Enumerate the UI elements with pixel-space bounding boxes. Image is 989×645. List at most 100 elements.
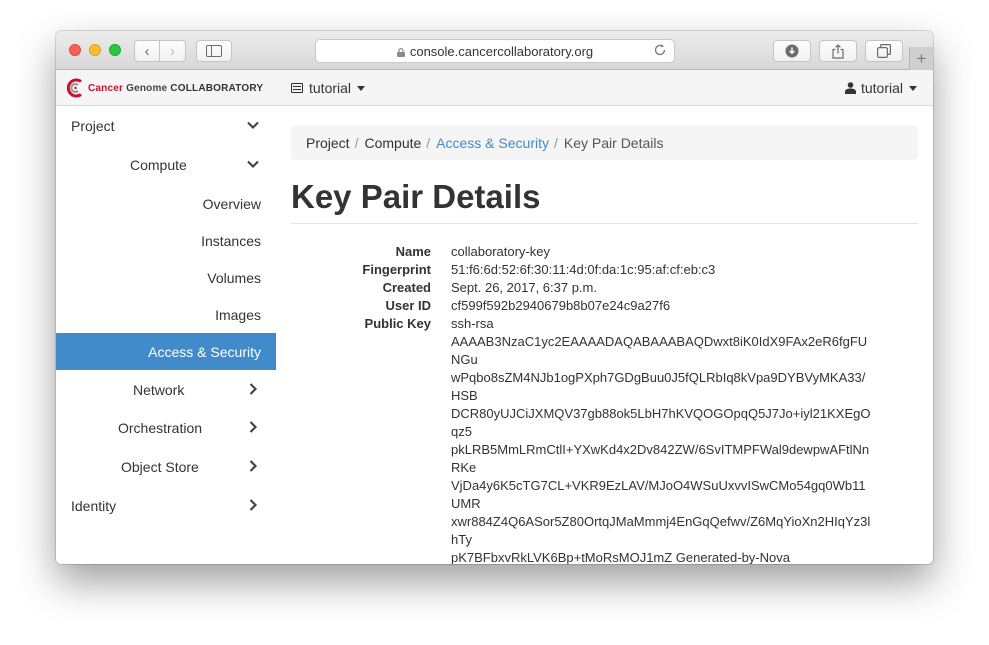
sidebar-item-label: Object Store <box>121 459 199 475</box>
sidebar-item-volumes[interactable]: Volumes <box>56 259 276 296</box>
minimize-window-button[interactable] <box>89 44 101 56</box>
public-key-line: AAAAB3NzaC1yc2EAAAADAQABAAABAQDwxt8iK0Id… <box>451 334 868 367</box>
sidebar-item-overview[interactable]: Overview <box>56 185 276 222</box>
detail-row-user-id: User ID cf599f592b2940679b8b07e24c9a27f6 <box>291 297 918 315</box>
sidebar-item-identity[interactable]: Identity <box>56 487 276 524</box>
sidebar-icon <box>206 45 222 57</box>
public-key-line: VjDa4y6K5cTG7CL+VKR9EzLAV/MJoO4WSuUxvvIS… <box>451 478 866 511</box>
chevron-right-icon <box>249 460 258 472</box>
history-nav: ‹ › <box>134 40 186 62</box>
detail-label: Name <box>395 244 431 259</box>
detail-value-public-key: ssh-rsa AAAAB3NzaC1yc2EAAAADAQABAAABAQDw… <box>451 315 871 564</box>
chevron-right-icon <box>249 499 258 511</box>
detail-label: User ID <box>385 298 431 313</box>
public-key-line: pK7BFbxvRkLVK6Bp+tMoRsMOJ1mZ Generated-b… <box>451 550 790 564</box>
detail-value-fingerprint: 51:f6:6d:52:6f:30:11:4d:0f:da:1c:95:af:c… <box>451 262 716 277</box>
breadcrumb-current: Key Pair Details <box>563 135 664 151</box>
project-list-icon <box>291 83 303 93</box>
chevron-down-icon <box>247 121 259 130</box>
detail-value-name: collaboratory-key <box>451 244 550 259</box>
page-title: Key Pair Details <box>291 177 918 224</box>
sidebar-item-label: Network <box>133 382 185 398</box>
brand-word-cancer: Cancer <box>88 82 124 94</box>
caret-down-icon <box>909 85 917 91</box>
share-button[interactable] <box>819 40 857 62</box>
public-key-line: wPqbo8sZM4NJb1ogPXph7GDgBuu0J5fQLRbIq8kV… <box>451 370 866 403</box>
sidebar-item-orchestration[interactable]: Orchestration <box>56 409 276 446</box>
breadcrumb-access-security-link[interactable]: Access & Security <box>436 135 549 151</box>
app-header: Cancer Genome COLLABORATORY tutorial tut… <box>56 70 933 106</box>
collaboratory-logo-icon <box>66 78 82 98</box>
new-tab-button[interactable]: + <box>909 47 933 70</box>
back-icon[interactable]: ‹ <box>135 41 161 61</box>
sidebar-item-label: Images <box>215 307 261 323</box>
breadcrumb-project[interactable]: Project <box>306 135 350 151</box>
chevron-down-icon <box>247 160 259 169</box>
sidebar-item-label: Instances <box>201 233 261 249</box>
public-key-line: pkLRB5MmLRmCtlI+YXwKd4x2Dv842ZW/6SvITMPF… <box>451 442 870 475</box>
detail-value-user-id: cf599f592b2940679b8b07e24c9a27f6 <box>451 298 671 313</box>
detail-value-created: Sept. 26, 2017, 6:37 p.m. <box>451 280 597 295</box>
reload-icon[interactable] <box>653 43 667 57</box>
sidebar-item-label: Overview <box>202 196 261 212</box>
downloads-button[interactable] <box>773 40 811 62</box>
sidebar: Project Compute Overview Instances Volum… <box>56 107 276 564</box>
detail-label: Fingerprint <box>362 262 431 277</box>
project-dropdown-label: tutorial <box>309 80 352 96</box>
sidebar-item-label: Orchestration <box>118 420 203 436</box>
caret-down-icon <box>357 85 366 91</box>
browser-toolbar: ‹ › console.cancercollaboratory.org + <box>56 31 933 70</box>
detail-row-created: Created Sept. 26, 2017, 6:37 p.m. <box>291 279 918 297</box>
project-dropdown[interactable]: tutorial <box>291 80 366 96</box>
chevron-right-icon <box>249 383 258 395</box>
main-content: Project / Compute / Access & Security / Key Pa… <box>291 125 918 564</box>
tab-overview-button[interactable] <box>865 40 903 62</box>
sidebar-item-label: Project <box>71 118 115 134</box>
brand-logo[interactable]: Cancer Genome COLLABORATORY <box>65 77 263 99</box>
detail-label: Created <box>382 280 431 295</box>
forward-icon[interactable]: › <box>160 41 185 61</box>
user-icon <box>844 82 856 94</box>
download-icon <box>785 44 799 58</box>
sidebar-item-label: Volumes <box>207 270 261 286</box>
plus-icon: + <box>916 48 927 68</box>
sidebar-toggle-button[interactable] <box>196 40 232 62</box>
sidebar-item-network[interactable]: Network <box>56 371 276 408</box>
brand-name: Cancer Genome COLLABORATORY <box>88 83 263 94</box>
sidebar-item-access-security[interactable]: Access & Security <box>56 333 276 370</box>
detail-label: Public Key <box>364 316 431 331</box>
close-window-button[interactable] <box>69 44 81 56</box>
chevron-right-icon <box>249 421 258 433</box>
breadcrumb: Project / Compute / Access & Security / Key Pa… <box>291 125 918 160</box>
brand-word-collaboratory: COLLABORATORY <box>170 82 264 94</box>
tabs-icon <box>877 44 891 58</box>
sidebar-item-compute[interactable]: Compute <box>56 146 276 183</box>
breadcrumb-compute[interactable]: Compute <box>364 135 421 151</box>
public-key-line: DCR80yUJCiJXMQV37gb88ok5LbH7hKVQOGOpqQ5J… <box>451 406 871 439</box>
breadcrumb-separator: / <box>354 135 359 151</box>
browser-window: ‹ › console.cancercollaboratory.org + Ca… <box>56 31 933 564</box>
lock-icon <box>396 47 405 57</box>
sidebar-item-label: Access & Security <box>148 344 261 360</box>
sidebar-item-label: Identity <box>71 498 117 514</box>
breadcrumb-separator: / <box>426 135 431 151</box>
sidebar-item-object-store[interactable]: Object Store <box>56 448 276 485</box>
sidebar-item-images[interactable]: Images <box>56 296 276 333</box>
sidebar-item-instances[interactable]: Instances <box>56 222 276 259</box>
share-icon <box>832 43 844 59</box>
zoom-window-button[interactable] <box>109 44 121 56</box>
detail-row-name: Name collaboratory-key <box>291 243 918 261</box>
brand-word-genome: Genome <box>126 82 168 94</box>
detail-row-public-key: Public Key ssh-rsa AAAAB3NzaC1yc2EAAAADA… <box>291 315 918 564</box>
public-key-line: ssh-rsa <box>451 316 494 331</box>
address-bar[interactable]: console.cancercollaboratory.org <box>315 39 675 63</box>
detail-row-fingerprint: Fingerprint 51:f6:6d:52:6f:30:11:4d:0f:d… <box>291 261 918 279</box>
user-dropdown-label: tutorial <box>860 80 903 96</box>
user-dropdown[interactable]: tutorial <box>844 80 917 96</box>
breadcrumb-separator: / <box>554 135 558 151</box>
public-key-line: xwr884Z4Q6ASor5Z80OrtqJMaMmmj4EnGqQefwv/… <box>451 514 871 547</box>
sidebar-item-project[interactable]: Project <box>56 107 276 144</box>
sidebar-item-label: Compute <box>130 157 187 173</box>
url-text: console.cancercollaboratory.org <box>409 43 594 59</box>
key-pair-details: Name collaboratory-key Fingerprint 51:f6… <box>291 243 918 564</box>
